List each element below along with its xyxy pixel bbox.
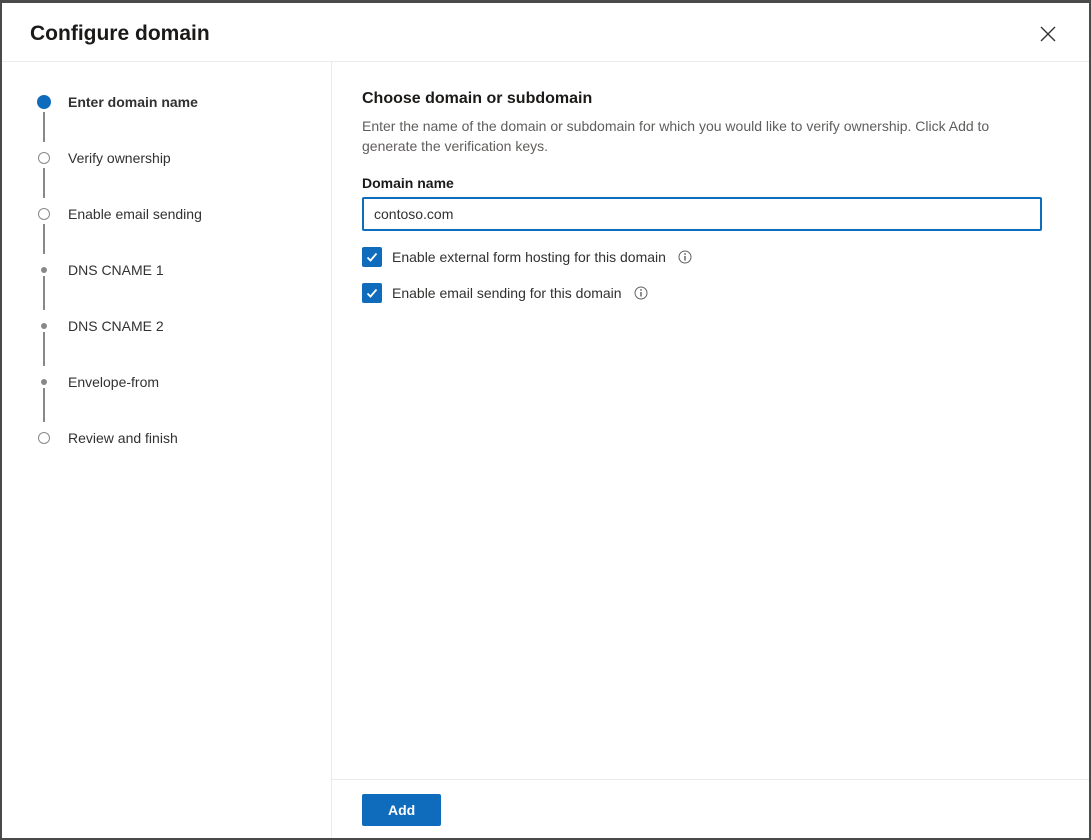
step-connector bbox=[43, 276, 45, 310]
info-icon[interactable] bbox=[634, 286, 648, 300]
step-verify-ownership[interactable]: Verify ownership bbox=[38, 146, 311, 170]
panel-header: Configure domain bbox=[2, 3, 1089, 62]
step-enter-domain-name[interactable]: Enter domain name bbox=[38, 90, 311, 114]
step-dns-cname-1[interactable]: DNS CNAME 1 bbox=[38, 258, 311, 282]
panel-body: Enter domain name Verify ownership Enabl… bbox=[2, 62, 1089, 838]
step-connector bbox=[43, 332, 45, 366]
panel-footer: Add bbox=[332, 779, 1089, 838]
configure-domain-panel: Configure domain Enter domain name Verif… bbox=[0, 0, 1091, 840]
close-icon bbox=[1039, 25, 1057, 43]
section-description: Enter the name of the domain or subdomai… bbox=[362, 116, 1042, 157]
step-connector bbox=[43, 168, 45, 198]
enable-email-sending-label: Enable email sending for this domain bbox=[392, 285, 622, 301]
section-title: Choose domain or subdomain bbox=[362, 90, 1049, 108]
add-button[interactable]: Add bbox=[362, 794, 441, 826]
step-dot-icon bbox=[38, 208, 50, 220]
info-icon[interactable] bbox=[678, 250, 692, 264]
step-dot-icon bbox=[41, 323, 47, 329]
wizard-steps: Enter domain name Verify ownership Enabl… bbox=[38, 90, 311, 450]
domain-name-label: Domain name bbox=[362, 175, 1049, 191]
domain-name-input[interactable] bbox=[362, 197, 1042, 231]
step-connector bbox=[43, 388, 45, 422]
step-connector bbox=[43, 224, 45, 254]
step-label: Verify ownership bbox=[68, 150, 171, 166]
checkbox-row-email-sending: Enable email sending for this domain bbox=[362, 283, 1049, 303]
close-button[interactable] bbox=[1035, 21, 1061, 47]
checkmark-icon bbox=[365, 250, 379, 264]
step-label: DNS CNAME 1 bbox=[68, 262, 164, 278]
step-connector bbox=[43, 112, 45, 142]
step-label: Envelope-from bbox=[68, 374, 159, 390]
step-enable-email-sending[interactable]: Enable email sending bbox=[38, 202, 311, 226]
enable-form-hosting-checkbox[interactable] bbox=[362, 247, 382, 267]
wizard-sidebar: Enter domain name Verify ownership Enabl… bbox=[2, 62, 332, 838]
checkbox-row-form-hosting: Enable external form hosting for this do… bbox=[362, 247, 1049, 267]
checkmark-icon bbox=[365, 286, 379, 300]
step-dot-icon bbox=[41, 379, 47, 385]
step-envelope-from[interactable]: Envelope-from bbox=[38, 370, 311, 394]
step-label: DNS CNAME 2 bbox=[68, 318, 164, 334]
step-dot-icon bbox=[37, 95, 51, 109]
step-dot-icon bbox=[41, 267, 47, 273]
enable-email-sending-checkbox[interactable] bbox=[362, 283, 382, 303]
step-label: Enter domain name bbox=[68, 94, 198, 110]
step-dot-icon bbox=[38, 152, 50, 164]
step-label: Enable email sending bbox=[68, 206, 202, 222]
step-review-and-finish[interactable]: Review and finish bbox=[38, 426, 311, 450]
main-content: Choose domain or subdomain Enter the nam… bbox=[332, 62, 1089, 779]
step-dns-cname-2[interactable]: DNS CNAME 2 bbox=[38, 314, 311, 338]
main-column: Choose domain or subdomain Enter the nam… bbox=[332, 62, 1089, 838]
enable-form-hosting-label: Enable external form hosting for this do… bbox=[392, 249, 666, 265]
step-dot-icon bbox=[38, 432, 50, 444]
panel-title: Configure domain bbox=[30, 22, 210, 46]
step-label: Review and finish bbox=[68, 430, 178, 446]
